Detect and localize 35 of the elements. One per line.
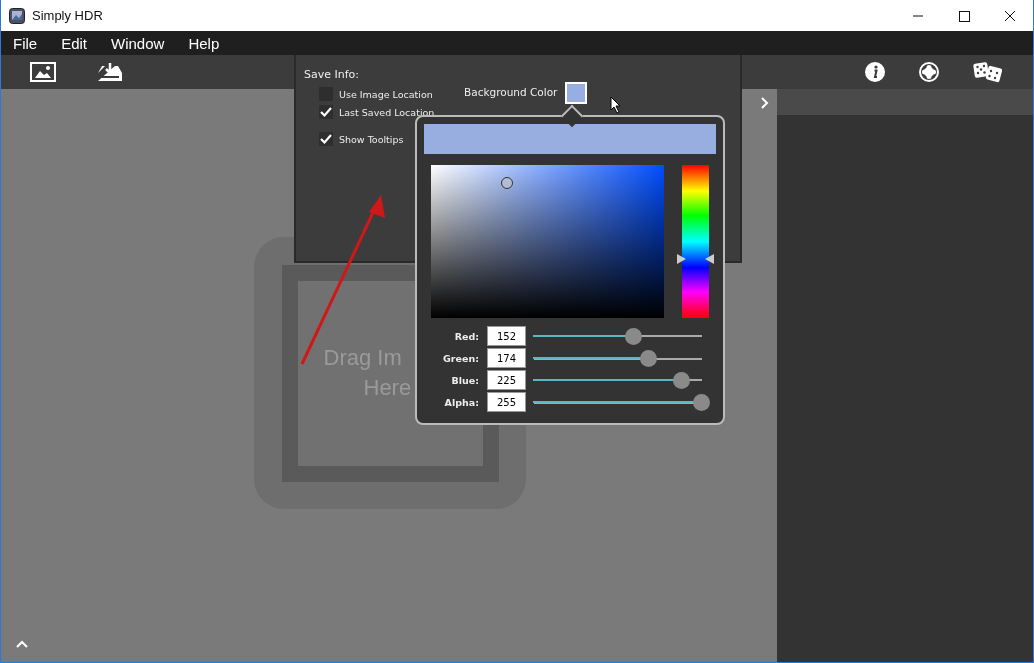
checkbox-label: Use Image Location [339, 88, 433, 100]
menu-item[interactable]: File [13, 34, 38, 52]
mouse-pointer-icon [610, 96, 622, 114]
chevron-up-icon[interactable] [16, 640, 28, 648]
channel-label: Alpha: [443, 396, 479, 408]
slider-thumb[interactable] [693, 393, 710, 411]
info-icon[interactable] [865, 62, 885, 82]
channel-label: Red: [453, 330, 479, 342]
slider-thumb[interactable] [673, 371, 691, 389]
flower-circle-icon[interactable] [919, 62, 939, 82]
value-field[interactable]: 152 [487, 326, 526, 346]
channel-label: Green: [442, 352, 479, 364]
hue-handle[interactable] [677, 254, 714, 265]
menu-item[interactable]: Edit [61, 34, 88, 52]
chevron-right-icon[interactable] [761, 97, 769, 109]
field-label: Background Color [464, 86, 558, 98]
color-swatch[interactable] [565, 82, 588, 104]
checkbox[interactable] [319, 132, 333, 146]
color-marker[interactable] [500, 177, 513, 189]
window-title: Simply HDR [32, 8, 103, 23]
app-icon [9, 7, 25, 24]
menu-item[interactable]: Window [111, 34, 165, 52]
dice-icon[interactable] [973, 61, 1005, 83]
checkbox-label: Show Tooltips [339, 133, 404, 145]
section-label: Save Info: [304, 68, 360, 81]
checkbox[interactable] [319, 105, 333, 119]
value-field[interactable]: 255 [487, 392, 526, 412]
slider-thumb[interactable] [625, 327, 643, 345]
slider-thumb[interactable] [639, 349, 657, 367]
image-icon[interactable] [30, 62, 56, 82]
value-field[interactable]: 225 [487, 370, 526, 390]
value-field[interactable]: 174 [487, 348, 526, 368]
channel-label: Blue: [450, 374, 479, 386]
menu-item[interactable]: Help [188, 34, 220, 52]
saturation-value-field[interactable] [431, 165, 664, 318]
